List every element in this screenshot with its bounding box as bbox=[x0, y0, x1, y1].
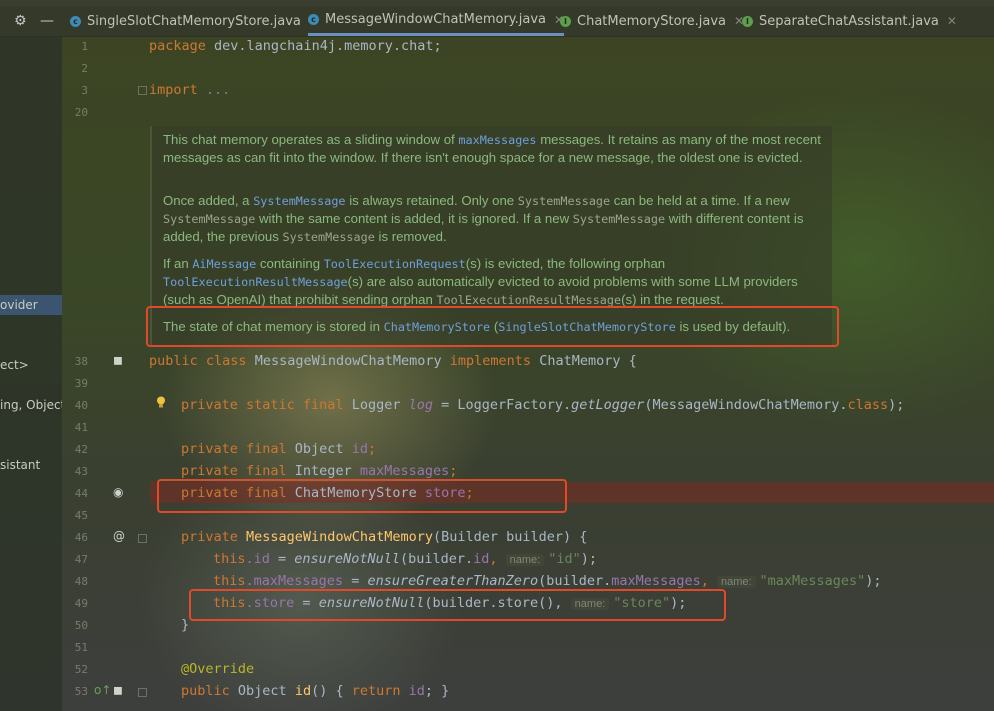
tab-singleslot[interactable]: c SingleSlotChatMemoryStore.java ✕ bbox=[70, 6, 319, 36]
breakpoint-stop-icon[interactable]: ◼ bbox=[113, 683, 123, 697]
code-line-50: } bbox=[181, 617, 190, 633]
class-icon: c bbox=[70, 15, 81, 27]
tab-chatmemorystore[interactable]: I ChatMemoryStore.java ✕ bbox=[560, 6, 744, 36]
fold-icon[interactable] bbox=[138, 534, 147, 543]
fold-icon[interactable] bbox=[138, 86, 147, 95]
line-number: 42 bbox=[74, 443, 88, 456]
line-number: 20 bbox=[74, 106, 88, 119]
line-number: 52 bbox=[74, 663, 88, 676]
eye-icon[interactable]: ◉ bbox=[113, 485, 123, 499]
line-number: 53 bbox=[74, 685, 88, 698]
project-panel: ovider ect> ing, Object sistant bbox=[0, 37, 62, 711]
at-sign-icon[interactable]: @ bbox=[113, 529, 125, 543]
line-number: 38 bbox=[74, 355, 88, 368]
lightbulb-icon[interactable] bbox=[156, 396, 166, 409]
javadoc-paragraph-2: Once added, a SystemMessage is always re… bbox=[163, 193, 804, 244]
line-number: 39 bbox=[74, 377, 88, 390]
line-number: 50 bbox=[74, 619, 88, 632]
tab-messagewindow[interactable]: c MessageWindowChatMemory.java ✕ bbox=[308, 6, 565, 36]
project-item[interactable]: ing, Object bbox=[0, 398, 62, 412]
code-line-1: package dev.langchain4j.memory.chat; bbox=[149, 38, 442, 54]
line-number: 47 bbox=[74, 553, 88, 566]
line-number: 45 bbox=[74, 509, 88, 522]
code-line-38: public class MessageWindowChatMemory imp… bbox=[149, 353, 637, 369]
breakpoint-stop-icon[interactable]: ◼ bbox=[113, 353, 123, 367]
project-item-selected[interactable]: ovider bbox=[0, 295, 62, 315]
code-line-47: this.id = ensureNotNull(builder.id, name… bbox=[213, 551, 598, 567]
tab-label: ChatMemoryStore.java bbox=[577, 13, 726, 29]
editor-gutter: 1 2 3 20 38 39 40 41 42 43 44 45 46 47 4… bbox=[62, 37, 150, 711]
line-number: 3 bbox=[81, 84, 88, 97]
highlight-box-field bbox=[157, 479, 567, 513]
line-number: 40 bbox=[74, 399, 88, 412]
tab-label: SeparateChatAssistant.java bbox=[759, 13, 939, 29]
line-number: 43 bbox=[74, 465, 88, 478]
close-icon[interactable]: ✕ bbox=[947, 14, 957, 28]
code-line-48: this.maxMessages = ensureGreaterThanZero… bbox=[213, 573, 882, 589]
fold-icon[interactable] bbox=[138, 688, 147, 697]
line-number: 51 bbox=[74, 641, 88, 654]
line-number: 44 bbox=[74, 487, 88, 500]
line-number: 41 bbox=[74, 421, 88, 434]
javadoc-paragraph-3: If an AiMessage containing ToolExecution… bbox=[163, 256, 798, 307]
highlight-box-doc bbox=[146, 306, 839, 347]
code-line-53: public Object id() { return id; } bbox=[181, 683, 450, 699]
interface-icon: I bbox=[560, 15, 571, 27]
tab-label: MessageWindowChatMemory.java bbox=[325, 12, 546, 27]
override-marker-icon[interactable]: o↑ bbox=[94, 683, 111, 697]
highlight-box-assign bbox=[189, 589, 726, 621]
code-line-46: private MessageWindowChatMemory(Builder … bbox=[181, 529, 588, 545]
editor-tab-bar: ⚙ — c SingleSlotChatMemoryStore.java ✕ c… bbox=[0, 6, 994, 37]
class-icon: c bbox=[308, 14, 319, 25]
code-line-3: import ... bbox=[149, 82, 231, 98]
line-number: 46 bbox=[74, 531, 88, 544]
code-line-40: private static final Logger log = Logger… bbox=[181, 397, 905, 413]
line-number: 2 bbox=[81, 62, 88, 75]
code-line-42: private final Object id; bbox=[181, 441, 377, 457]
project-item[interactable]: ect> bbox=[0, 358, 29, 372]
line-number: 49 bbox=[74, 597, 88, 610]
interface-icon: I bbox=[742, 15, 753, 27]
line-number: 48 bbox=[74, 575, 88, 588]
code-line-43: private final Integer maxMessages; bbox=[181, 463, 458, 479]
project-item[interactable]: sistant bbox=[0, 458, 40, 472]
line-number: 1 bbox=[81, 40, 88, 53]
gear-icon[interactable]: ⚙ bbox=[14, 13, 27, 29]
minus-icon[interactable]: — bbox=[40, 13, 54, 29]
tab-separatechatassistant[interactable]: I SeparateChatAssistant.java ✕ bbox=[742, 6, 957, 36]
code-line-52: @Override bbox=[181, 661, 255, 677]
tab-label: SingleSlotChatMemoryStore.java bbox=[87, 13, 301, 29]
javadoc-paragraph-1: This chat memory operates as a sliding w… bbox=[163, 132, 821, 165]
